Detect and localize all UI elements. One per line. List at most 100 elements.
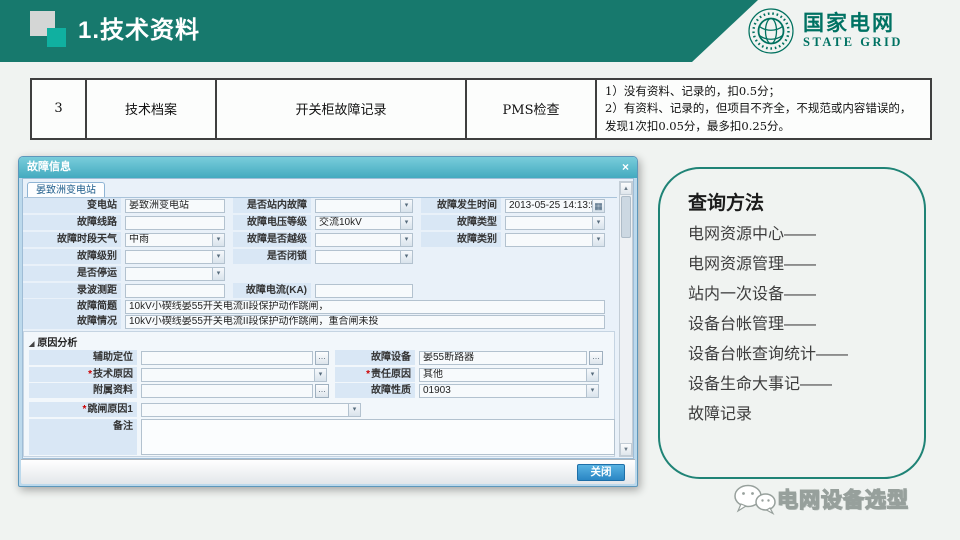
cell-category: 技术档案: [86, 79, 216, 139]
chevron-down-icon[interactable]: ▾: [400, 234, 412, 246]
chevron-down-icon[interactable]: ▾: [586, 369, 598, 381]
aux-locate-lookup-button[interactable]: …: [315, 351, 329, 365]
nature-label: 故障性质: [335, 383, 415, 398]
detail-field[interactable]: 10kV小碶线晏55开关电流II段保护动作跳闸，重合闸未投: [125, 315, 605, 329]
device-field[interactable]: 晏55断路器: [419, 351, 587, 365]
chevron-down-icon[interactable]: ▾: [212, 234, 224, 246]
tech-cause-select[interactable]: ▾: [141, 368, 327, 382]
weather-label: 故障时段天气: [23, 232, 121, 247]
query-path-step: 站内一次设备——: [688, 280, 816, 304]
wave-distance-label: 录波测距: [23, 283, 121, 298]
lock-label: 是否闭锁: [233, 249, 311, 264]
voltage-label: 故障电压等级: [233, 215, 311, 230]
chevron-down-icon[interactable]: ▾: [586, 385, 598, 397]
aux-locate-field[interactable]: [141, 351, 313, 365]
tech-cause-label: *技术原因: [29, 367, 137, 382]
logo-cn: 国家电网: [803, 12, 903, 35]
scrollbar-thumb[interactable]: [621, 196, 631, 238]
chevron-down-icon[interactable]: ▾: [592, 234, 604, 246]
overstep-label: 故障是否越级: [233, 232, 311, 247]
fault-type-select[interactable]: ▾: [505, 216, 605, 230]
cell-method: PMS检查: [466, 79, 596, 139]
chevron-down-icon[interactable]: ▾: [348, 404, 360, 416]
score-table: 3 技术档案 开关柜故障记录 PMS检查 1）没有资料、记录的，扣0.5分； 2…: [30, 78, 932, 140]
scroll-up-icon[interactable]: ▲: [620, 182, 632, 195]
state-grid-emblem-icon: [748, 8, 794, 54]
current-label: 故障电流(KA): [233, 283, 311, 298]
page-title: 1.技术资料: [78, 0, 200, 62]
trip-cause-select[interactable]: ▾: [141, 403, 361, 417]
attachment-field[interactable]: [141, 384, 313, 398]
substation-label: 变电站: [23, 198, 121, 213]
query-path-step: 设备台帐管理——: [688, 310, 816, 334]
cell-item: 开关柜故障记录: [216, 79, 466, 139]
logo-en: STATE GRID: [803, 35, 903, 50]
trip-cause-label: *跳闸原因1: [29, 402, 137, 417]
tab-substation[interactable]: 晏致洲变电站: [27, 182, 105, 198]
chevron-down-icon[interactable]: ▾: [212, 268, 224, 280]
query-path-step: 故障记录: [688, 400, 752, 424]
dialog-title: 故障信息: [27, 157, 71, 178]
in-station-select[interactable]: ▾: [315, 199, 413, 213]
level-select[interactable]: ▾: [125, 250, 225, 264]
chevron-down-icon[interactable]: ▾: [212, 251, 224, 263]
brief-label: 故障简题: [23, 299, 121, 314]
current-field[interactable]: [315, 284, 413, 298]
substation-field[interactable]: 晏致洲变电站: [125, 199, 225, 213]
device-label: 故障设备: [335, 350, 415, 365]
panel-title: 查询方法: [688, 188, 764, 215]
cell-number: 3: [31, 79, 86, 139]
in-station-label: 是否站内故障: [233, 198, 311, 213]
chevron-down-icon[interactable]: ▾: [592, 217, 604, 229]
cause-analysis-header[interactable]: ◢原因分析: [29, 334, 77, 349]
level-label: 故障级别: [23, 249, 121, 264]
logo-text: 国家电网 STATE GRID: [803, 12, 903, 50]
aux-locate-label: 辅助定位: [29, 350, 137, 365]
scroll-down-icon[interactable]: ▼: [620, 443, 632, 456]
close-icon[interactable]: ×: [622, 157, 629, 178]
table-row: 3 技术档案 开关柜故障记录 PMS检查 1）没有资料、记录的，扣0.5分； 2…: [31, 79, 931, 139]
fault-category-label: 故障类别: [421, 232, 501, 247]
occur-time-label: 故障发生时间: [421, 198, 501, 213]
collapse-triangle-icon[interactable]: ◢: [29, 341, 34, 348]
fault-info-dialog: 故障信息 × 晏致洲变电站 变电站 晏致洲变电站 是否站内故障 ▾ 故障发生时间…: [18, 156, 638, 487]
nature-select[interactable]: 01903▾: [419, 384, 599, 398]
watermark: 电网设备选型: [733, 483, 909, 515]
query-path-step: 设备台帐查询统计——: [688, 340, 848, 364]
query-path-step: 设备生命大事记——: [688, 370, 832, 394]
brief-field[interactable]: 10kV小碶线晏55开关电流II段保护动作跳闸，: [125, 300, 605, 314]
occur-time-field[interactable]: 2013-05-25 14:13:5▦: [505, 199, 605, 213]
query-method-panel: 查询方法 电网资源中心—— 电网资源管理—— 站内一次设备—— 设备台帐管理——…: [658, 167, 926, 479]
outage-select[interactable]: ▾: [125, 267, 225, 281]
lock-select[interactable]: ▾: [315, 250, 413, 264]
dialog-scrollbar[interactable]: ▲ ▼: [619, 181, 633, 457]
criteria-line-1: 1）没有资料、记录的，扣0.5分；: [605, 83, 922, 100]
decor-square-teal-icon: [47, 28, 66, 47]
overstep-select[interactable]: ▾: [315, 233, 413, 247]
dialog-footer: 关闭: [21, 459, 635, 484]
chevron-down-icon[interactable]: ▾: [314, 369, 326, 381]
voltage-select[interactable]: 交流10kV▾: [315, 216, 413, 230]
resp-cause-select[interactable]: 其他▾: [419, 368, 599, 382]
attachment-lookup-button[interactable]: …: [315, 384, 329, 398]
line-field[interactable]: [125, 216, 225, 230]
wave-distance-field[interactable]: [125, 284, 225, 298]
chevron-down-icon[interactable]: ▾: [400, 217, 412, 229]
chevron-down-icon[interactable]: ▾: [400, 200, 412, 212]
slide: 1.技术资料 国家电网 STATE GRID 3 技术档案 开关柜故障记录 PM…: [0, 0, 960, 540]
dialog-titlebar[interactable]: 故障信息 ×: [19, 157, 637, 178]
fault-category-select[interactable]: ▾: [505, 233, 605, 247]
fault-type-label: 故障类型: [421, 215, 501, 230]
weather-select[interactable]: 中雨▾: [125, 233, 225, 247]
wechat-icon: [733, 483, 777, 515]
detail-label: 故障情况: [23, 314, 121, 329]
resp-cause-label: *责任原因: [335, 367, 415, 382]
device-lookup-button[interactable]: …: [589, 351, 603, 365]
outage-label: 是否停运: [23, 266, 121, 281]
remark-textarea[interactable]: [141, 419, 615, 455]
query-path-step: 电网资源中心——: [688, 220, 816, 244]
calendar-icon[interactable]: ▦: [592, 200, 604, 212]
chevron-down-icon[interactable]: ▾: [400, 251, 412, 263]
close-button[interactable]: 关闭: [577, 464, 625, 481]
remark-label: 备注: [29, 419, 137, 455]
